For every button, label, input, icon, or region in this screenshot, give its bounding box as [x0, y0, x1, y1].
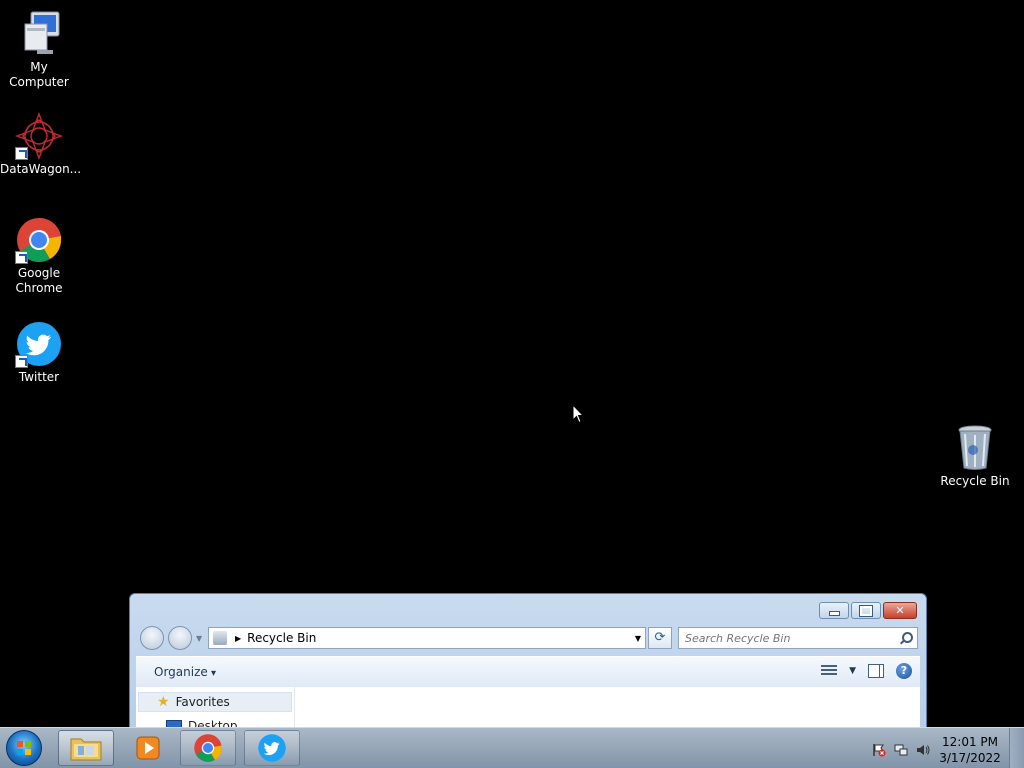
nav-item-favorites[interactable]: ★ Favorites	[138, 692, 292, 712]
start-button[interactable]	[6, 730, 42, 766]
taskbar-button-media-player[interactable]	[120, 730, 176, 766]
search-box[interactable]	[678, 627, 918, 649]
desktop-icon-my-computer[interactable]: My Computer	[0, 10, 78, 90]
command-bar: Organize ▼ ?	[136, 656, 920, 688]
change-view-icon[interactable]	[821, 664, 838, 678]
action-center-flag-icon[interactable]	[872, 743, 886, 757]
desktop-icon-label: Twitter	[18, 370, 60, 384]
mouse-cursor-icon	[572, 404, 584, 424]
navigation-pane: ★ Favorites Desktop	[136, 687, 295, 732]
maximize-icon	[852, 603, 880, 618]
chrome-icon	[15, 216, 63, 264]
maximize-button[interactable]	[851, 602, 881, 619]
network-icon[interactable]	[894, 743, 908, 757]
desktop-icon-twitter[interactable]: Twitter	[0, 320, 78, 385]
close-button[interactable]: ✕	[883, 602, 917, 619]
star-icon: ★	[157, 694, 170, 710]
recycle-bin-small-icon	[213, 631, 227, 645]
preview-pane-icon[interactable]	[868, 664, 884, 678]
twitter-icon	[258, 734, 286, 762]
minimize-button[interactable]	[819, 602, 849, 619]
search-icon[interactable]	[899, 631, 913, 645]
back-button[interactable]	[140, 626, 164, 650]
refresh-icon: ⟳	[654, 630, 666, 645]
taskbar-button-chrome[interactable]	[180, 730, 236, 766]
taskbar: 12:01 PM 3/17/2022	[0, 727, 1024, 768]
desktop-icon-label: Recycle Bin	[940, 474, 1010, 488]
search-input[interactable]	[679, 630, 899, 646]
breadcrumb-arrow-icon[interactable]: ▶	[235, 634, 241, 643]
windows-logo-icon	[17, 741, 31, 755]
twitter-icon	[15, 320, 63, 368]
desktop-icon-google-chrome[interactable]: Google Chrome	[0, 216, 78, 296]
explorer-window[interactable]: ✕ ▼ ▶ Recycle Bin ▼ ⟳ Organize ▼ ? ★	[129, 593, 927, 733]
address-dropdown-icon[interactable]: ▼	[631, 634, 645, 643]
close-icon: ✕	[895, 604, 905, 617]
explorer-content: ★ Favorites Desktop	[136, 687, 920, 732]
taskbar-button-twitter[interactable]	[244, 730, 300, 766]
breadcrumb-recycle-bin[interactable]: Recycle Bin	[247, 631, 631, 645]
folder-icon	[70, 738, 102, 761]
desktop-icon-label: Google Chrome	[15, 266, 63, 295]
shortcut-arrow-icon	[15, 251, 28, 264]
caption-buttons: ✕	[819, 602, 917, 619]
recent-pages-dropdown[interactable]: ▼	[196, 634, 202, 643]
volume-icon[interactable]	[916, 743, 930, 757]
system-tray: 12:01 PM 3/17/2022	[872, 734, 1002, 766]
desktop-icon-datawagon[interactable]: DataWagon...	[0, 112, 82, 177]
clock-time: 12:01 PM	[942, 735, 998, 749]
forward-button[interactable]	[168, 626, 192, 650]
taskbar-button-explorer[interactable]	[58, 730, 114, 766]
desktop-icon-recycle-bin[interactable]: Recycle Bin	[936, 424, 1014, 489]
desktop-icon-label: My Computer	[9, 60, 69, 89]
show-desktop-button[interactable]	[1009, 728, 1024, 768]
refresh-button[interactable]: ⟳	[648, 627, 672, 649]
shortcut-arrow-icon	[15, 355, 28, 368]
taskbar-clock[interactable]: 12:01 PM 3/17/2022	[938, 734, 1002, 766]
nav-item-label: Favorites	[175, 695, 230, 709]
help-icon[interactable]: ?	[896, 663, 912, 679]
recycle-bin-icon	[951, 424, 999, 472]
view-dropdown-icon[interactable]: ▼	[849, 666, 856, 676]
address-bar[interactable]: ▶ Recycle Bin ▼	[208, 627, 646, 649]
clock-date: 3/17/2022	[939, 751, 1001, 765]
organize-menu[interactable]: Organize	[154, 665, 216, 679]
address-row: ▼ ▶ Recycle Bin ▼ ⟳	[138, 626, 918, 650]
chrome-icon	[194, 734, 222, 762]
computer-icon	[15, 10, 63, 58]
media-player-icon	[136, 736, 160, 760]
minimize-icon	[820, 603, 848, 618]
datawagon-icon	[15, 112, 63, 160]
shortcut-arrow-icon	[15, 147, 28, 160]
desktop-icon-label: DataWagon...	[0, 162, 82, 176]
